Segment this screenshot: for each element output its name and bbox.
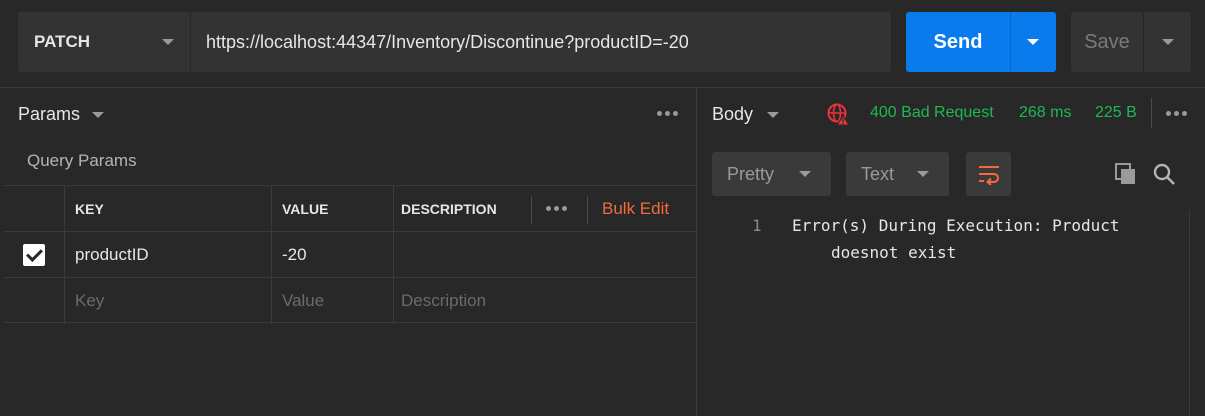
- column-header-description: DESCRIPTION Bulk Edit: [393, 186, 697, 232]
- save-button-group: Save: [1071, 12, 1191, 72]
- body-title: Body: [712, 104, 754, 124]
- row-check-cell: [3, 278, 64, 324]
- param-description-cell[interactable]: [393, 232, 697, 278]
- chevron-down-icon: [917, 171, 929, 177]
- globe-error-icon: [827, 103, 850, 126]
- save-options-button[interactable]: [1143, 12, 1191, 72]
- chevron-down-icon: [1162, 39, 1174, 45]
- bulk-edit-link[interactable]: Bulk Edit: [602, 199, 669, 219]
- chevron-down-icon: [799, 171, 811, 177]
- url-input[interactable]: https://localhost:44347/Inventory/Discon…: [191, 12, 891, 72]
- response-body-editor[interactable]: 1 Error(s) During Execution: Product doe…: [712, 210, 1190, 416]
- table-row-new: Key Value Description: [3, 277, 697, 324]
- send-options-button[interactable]: [1010, 12, 1056, 72]
- chevron-down-icon: [92, 111, 105, 118]
- column-header-value: VALUE: [271, 186, 393, 232]
- checkbox-icon[interactable]: [22, 244, 45, 266]
- new-key-input[interactable]: Key: [64, 278, 271, 324]
- params-title: Params: [18, 104, 81, 124]
- search-icon[interactable]: [1152, 162, 1176, 186]
- method-label: PATCH: [34, 32, 91, 51]
- params-pane: Params Query Params KEY VALUE DESCRIPTIO…: [0, 88, 697, 416]
- format-label: Pretty: [727, 163, 775, 184]
- chevron-down-icon: [1027, 39, 1039, 45]
- table-row: productID -20: [3, 231, 697, 278]
- response-time[interactable]: 268 ms: [1019, 104, 1071, 122]
- column-header-description-label: DESCRIPTION: [401, 201, 497, 217]
- url-text: https://localhost:44347/Inventory/Discon…: [206, 31, 689, 52]
- chevron-down-icon: [767, 111, 780, 118]
- param-value-cell[interactable]: -20: [271, 232, 393, 278]
- type-label: Text: [861, 163, 895, 184]
- line-number: 1: [752, 216, 762, 235]
- wrap-lines-icon: [978, 166, 999, 185]
- header-check-cell: [3, 186, 64, 232]
- copy-icon[interactable]: [1114, 162, 1138, 186]
- divider: [531, 196, 532, 224]
- more-dots-icon[interactable]: [546, 206, 567, 211]
- response-size[interactable]: 225 B: [1095, 104, 1137, 122]
- row-check-cell: [3, 232, 64, 278]
- column-header-key: KEY: [64, 186, 271, 232]
- more-dots-icon[interactable]: [1166, 111, 1187, 116]
- more-dots-icon[interactable]: [657, 111, 678, 116]
- body-dropdown[interactable]: Body: [712, 104, 780, 125]
- send-button[interactable]: Send: [906, 12, 1010, 72]
- wrap-lines-button[interactable]: [966, 152, 1011, 196]
- query-params-title: Query Params: [27, 151, 137, 170]
- param-key-cell[interactable]: productID: [64, 232, 271, 278]
- chevron-down-icon: [162, 39, 174, 45]
- new-description-input[interactable]: Description: [393, 278, 697, 324]
- request-bar: PATCH https://localhost:44347/Inventory/…: [0, 0, 1205, 88]
- params-dropdown[interactable]: Params: [18, 104, 105, 125]
- type-select[interactable]: Text: [846, 152, 949, 196]
- divider: [587, 196, 588, 224]
- send-button-group: Send: [906, 12, 1056, 72]
- method-select[interactable]: PATCH: [18, 12, 190, 72]
- response-body-line-wrap: doesnot exist: [831, 243, 957, 262]
- save-button[interactable]: Save: [1071, 12, 1143, 72]
- status-code[interactable]: 400 Bad Request: [870, 104, 994, 122]
- new-value-input[interactable]: Value: [271, 278, 393, 324]
- table-header-row: KEY VALUE DESCRIPTION Bulk Edit: [3, 185, 697, 232]
- response-body-line: Error(s) During Execution: Product: [792, 216, 1120, 235]
- response-pane: Body 400 Bad Request 268 ms 225 B Pretty…: [698, 88, 1205, 416]
- format-select[interactable]: Pretty: [712, 152, 831, 196]
- divider: [1151, 98, 1152, 128]
